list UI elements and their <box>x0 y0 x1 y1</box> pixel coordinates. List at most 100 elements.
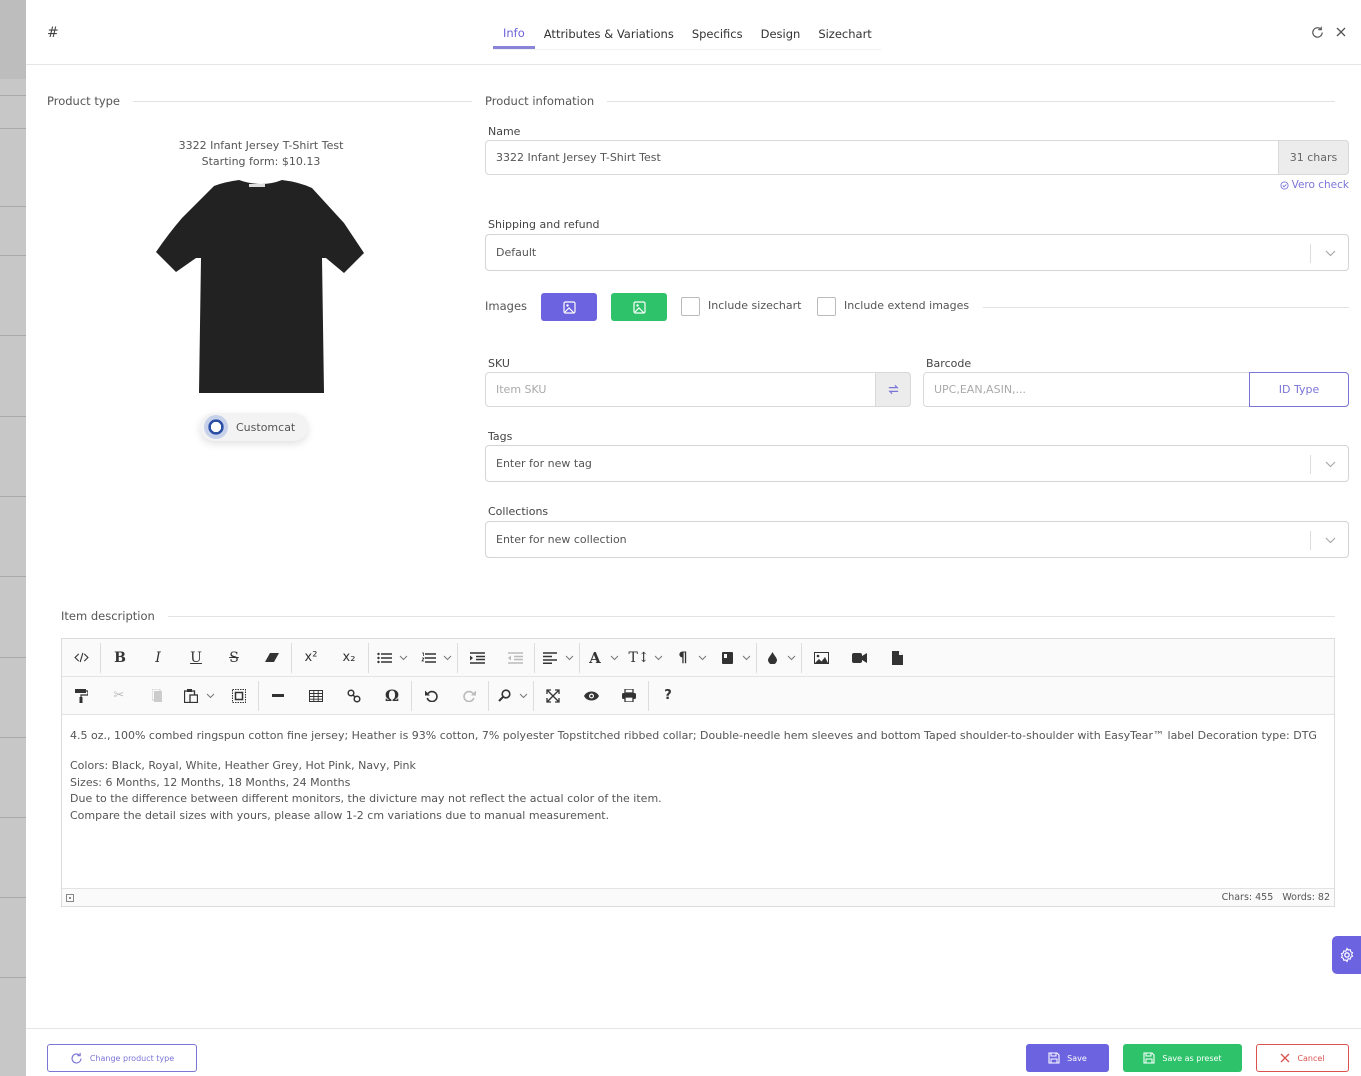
image-icon <box>562 300 576 314</box>
starting-price: Starting form: $10.13 <box>201 155 321 168</box>
editor-content[interactable]: 4.5 oz., 100% combed ringspun cotton fin… <box>62 715 1334 889</box>
images-divider <box>983 307 1349 308</box>
underline-icon[interactable]: U <box>177 639 215 677</box>
horizontal-rule-icon[interactable] <box>259 677 297 715</box>
select-all-icon[interactable] <box>220 677 258 715</box>
cancel-button[interactable]: Cancel <box>1256 1044 1349 1072</box>
id-type-button[interactable]: ID Type <box>1249 372 1349 407</box>
vendor-name: Customcat <box>236 420 296 434</box>
format-painter-icon[interactable] <box>62 677 100 715</box>
close-icon[interactable] <box>1333 24 1349 40</box>
paragraph-icon[interactable]: ¶ <box>668 639 698 677</box>
help-icon[interactable]: ? <box>649 677 687 715</box>
modal-header: # Info Attributes & Variations Specifics… <box>26 0 1361 65</box>
sku-input[interactable]: Item SKU <box>485 372 911 407</box>
chevron-down-icon[interactable] <box>742 639 756 677</box>
italic-icon[interactable]: I <box>139 639 177 677</box>
barcode-input[interactable]: UPC,EAN,ASIN,... ID Type <box>923 372 1349 407</box>
undo-icon[interactable] <box>412 677 450 715</box>
backdrop <box>0 0 26 1076</box>
superscript-icon[interactable]: x² <box>292 639 330 677</box>
tab-attributes-variations[interactable]: Attributes & Variations <box>535 18 683 49</box>
chevron-down-icon[interactable] <box>399 639 413 677</box>
collections-label: Collections <box>488 505 549 518</box>
tab-design[interactable]: Design <box>752 18 810 49</box>
images-button-green[interactable] <box>611 293 667 321</box>
color-drop-icon[interactable] <box>757 639 787 677</box>
link-icon[interactable] <box>335 677 373 715</box>
tab-sizechart[interactable]: Sizechart <box>809 18 881 49</box>
code-view-icon[interactable] <box>62 639 100 677</box>
save-button[interactable]: Save <box>1026 1044 1109 1072</box>
numbered-list-icon[interactable] <box>413 639 443 677</box>
special-char-icon[interactable]: Ω <box>373 677 411 715</box>
name-input[interactable]: 3322 Infant Jersey T-Shirt Test 31 chars <box>485 140 1349 175</box>
generate-sku-button[interactable] <box>875 372 911 407</box>
indent-icon[interactable] <box>458 639 496 677</box>
vendor-badge[interactable]: C Customcat <box>200 413 309 441</box>
eraser-icon[interactable] <box>253 639 291 677</box>
find-replace-icon[interactable] <box>489 677 519 715</box>
insert-video-icon[interactable] <box>840 639 878 677</box>
chevron-down-icon[interactable] <box>654 639 668 677</box>
bold-icon[interactable]: B <box>101 639 139 677</box>
outdent-icon[interactable] <box>496 639 534 677</box>
settings-tab[interactable] <box>1332 936 1361 974</box>
product-card: 3322 Infant Jersey T-Shirt Test Starting… <box>146 138 376 396</box>
include-sizechart-label: Include sizechart <box>708 299 802 312</box>
tab-info[interactable]: Info <box>493 18 535 49</box>
resize-handle-icon[interactable] <box>66 893 74 902</box>
include-extend-images-checkbox[interactable] <box>817 297 836 316</box>
rich-text-editor: B I U S x² x₂ A T↕ ¶ ✂ Ω ? 4.5 oz., 100%… <box>61 638 1335 907</box>
change-product-type-button[interactable]: Change product type <box>47 1044 197 1072</box>
font-color-icon[interactable]: A <box>580 639 610 677</box>
tags-select[interactable]: Enter for new tag <box>485 445 1349 482</box>
tab-specifics[interactable]: Specifics <box>683 18 752 49</box>
name-char-count: 31 chars <box>1278 140 1349 175</box>
strikethrough-icon[interactable]: S <box>215 639 253 677</box>
chevron-down-icon[interactable] <box>610 639 624 677</box>
redo-icon[interactable] <box>450 677 488 715</box>
refresh-icon <box>71 1052 82 1064</box>
include-sizechart-checkbox[interactable] <box>681 297 700 316</box>
save-as-preset-button[interactable]: Save as preset <box>1123 1044 1242 1072</box>
editor-toolbar-row-2: ✂ Ω ? <box>62 677 1334 715</box>
description-paragraph <box>70 746 1326 758</box>
table-icon[interactable] <box>297 677 335 715</box>
collections-select[interactable]: Enter for new collection <box>485 521 1349 558</box>
chevron-down-icon <box>1323 246 1337 260</box>
shipping-label: Shipping and refund <box>488 218 600 231</box>
paste-icon[interactable] <box>176 677 206 715</box>
images-button-purple[interactable] <box>541 293 597 321</box>
print-icon[interactable] <box>610 677 648 715</box>
refresh-icon[interactable] <box>1309 24 1325 40</box>
chevron-down-icon[interactable] <box>519 677 533 715</box>
shipping-select[interactable]: Default <box>485 234 1349 271</box>
insert-image-icon[interactable] <box>802 639 840 677</box>
chevron-down-icon <box>1323 533 1337 547</box>
description-paragraph: Colors: Black, Royal, White, Heather Gre… <box>70 759 416 772</box>
copy-icon[interactable] <box>138 677 176 715</box>
close-icon <box>1280 1053 1290 1063</box>
preview-icon[interactable] <box>572 677 610 715</box>
chevron-down-icon[interactable] <box>698 639 712 677</box>
block-format-icon[interactable] <box>712 639 742 677</box>
align-icon[interactable] <box>535 639 565 677</box>
chevron-down-icon[interactable] <box>787 639 801 677</box>
product-type-name: 3322 Infant Jersey T-Shirt Test <box>178 139 344 152</box>
description-paragraph: Sizes: 6 Months, 12 Months, 18 Months, 2… <box>70 775 351 789</box>
product-type-section-title: Product type <box>47 94 472 108</box>
chevron-down-icon[interactable] <box>443 639 457 677</box>
image-icon <box>632 300 646 314</box>
modal-title: # <box>47 25 59 41</box>
insert-file-icon[interactable] <box>878 639 916 677</box>
cut-icon[interactable]: ✂ <box>100 677 138 715</box>
fullscreen-icon[interactable] <box>534 677 572 715</box>
vero-check-link[interactable]: Vero check <box>1280 179 1349 191</box>
subscript-icon[interactable]: x₂ <box>330 639 368 677</box>
images-label: Images <box>485 299 528 313</box>
font-size-icon[interactable]: T↕ <box>624 639 654 677</box>
bullet-list-icon[interactable] <box>369 639 399 677</box>
chevron-down-icon[interactable] <box>206 677 220 715</box>
chevron-down-icon[interactable] <box>565 639 579 677</box>
